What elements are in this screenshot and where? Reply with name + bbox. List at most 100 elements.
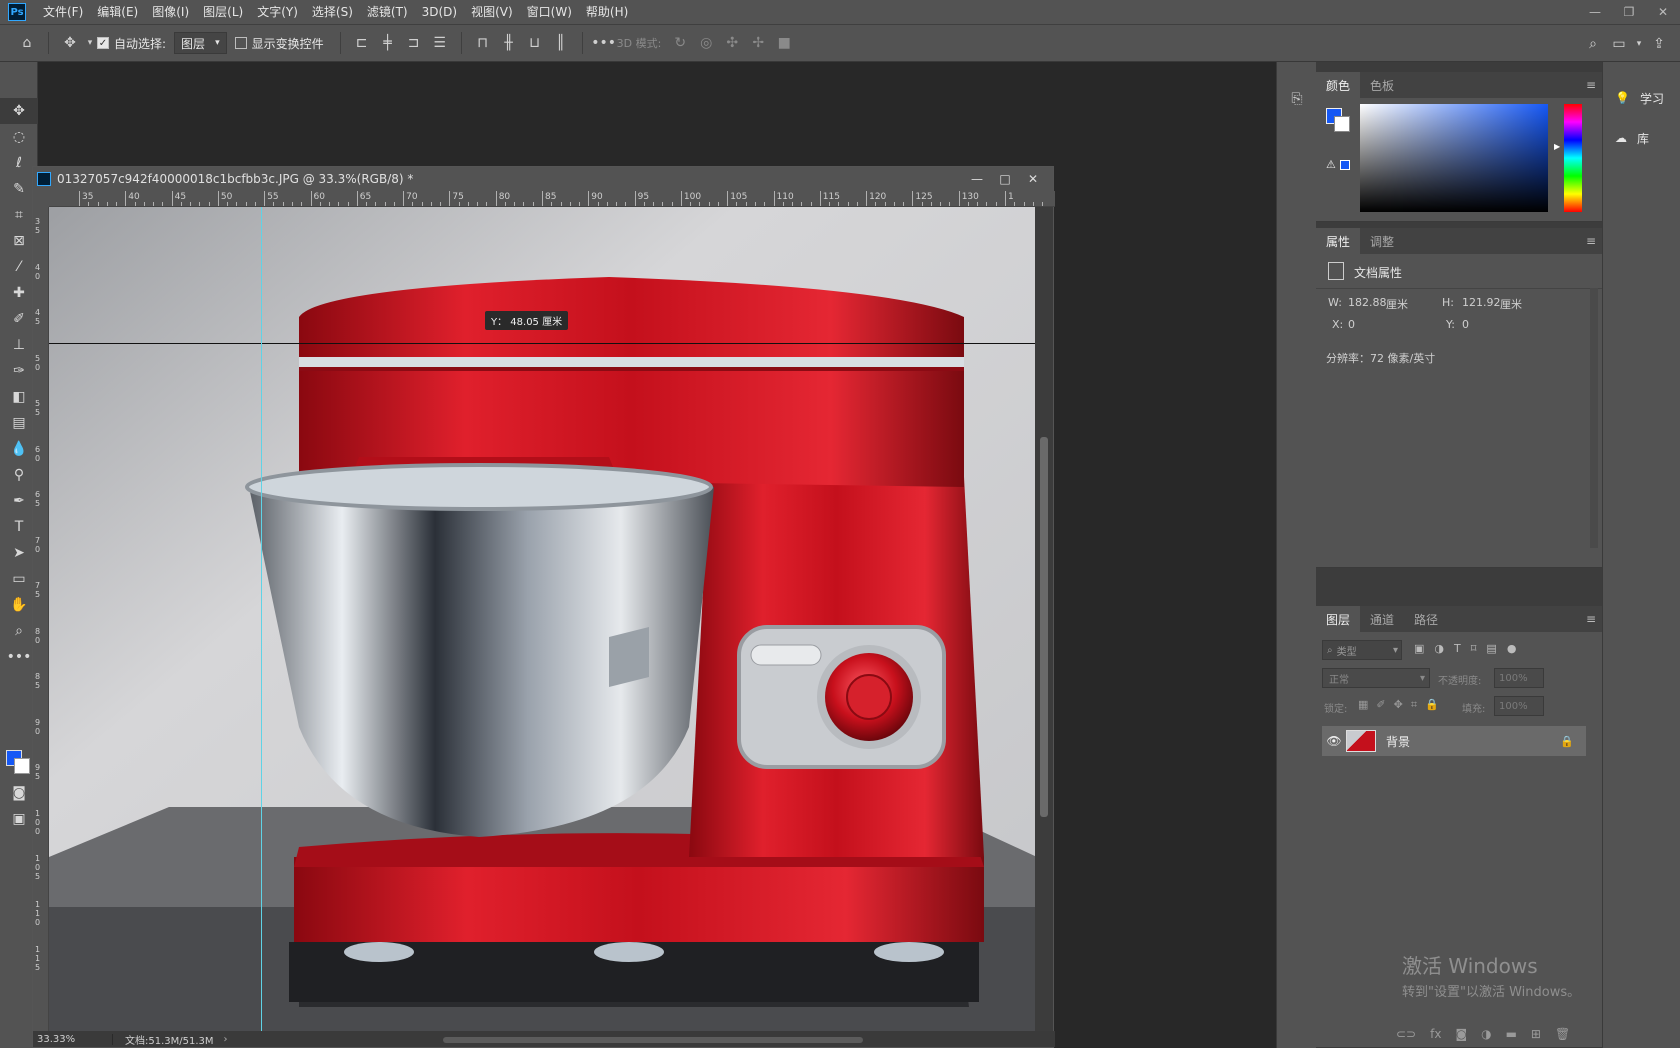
adjustment-filter-icon[interactable]: ◑ xyxy=(1434,642,1444,655)
hue-pointer-icon[interactable]: ▶ xyxy=(1554,142,1560,151)
move-tool-icon[interactable]: ✥ xyxy=(57,30,83,56)
more-options-icon[interactable]: ••• xyxy=(591,30,617,56)
image-canvas[interactable]: Y： 48.05 厘米 xyxy=(49,207,1037,1033)
width-value[interactable]: 182.88 xyxy=(1348,296,1387,309)
link-layers-icon[interactable]: ⊂⊃ xyxy=(1396,1027,1416,1041)
document-size[interactable]: 文档:51.3M/51.3M xyxy=(113,1032,214,1047)
height-value[interactable]: 121.92 xyxy=(1462,296,1501,309)
eye-icon[interactable]: 👁 xyxy=(1322,734,1346,748)
document-tab[interactable]: 01327057c942f40000018c1bcfbb3c.JPG @ 33.… xyxy=(33,167,1053,191)
auto-select-dropdown[interactable]: 图层 ▾ xyxy=(174,32,227,54)
blend-mode-select[interactable]: 正常 ▾ xyxy=(1322,668,1430,688)
chevron-right-icon[interactable]: › xyxy=(224,1034,228,1045)
3d-roll-icon[interactable]: ◎ xyxy=(693,30,719,56)
menu-type[interactable]: 文字(Y) xyxy=(250,0,305,24)
layer-thumbnail[interactable] xyxy=(1346,730,1376,752)
tab-properties[interactable]: 属性 xyxy=(1316,228,1361,254)
layer-row[interactable]: 👁 背景 🔒 xyxy=(1322,726,1586,756)
home-icon[interactable]: ⌂ xyxy=(14,30,40,56)
workspace-icon[interactable]: ▭ xyxy=(1606,31,1632,57)
horizontal-scrollbar[interactable] xyxy=(313,1033,1033,1045)
vertical-guide[interactable] xyxy=(261,207,262,1033)
align-center-h-icon[interactable]: ╪ xyxy=(375,30,401,56)
y-value[interactable]: 0 xyxy=(1462,318,1469,331)
smart-object-filter-icon[interactable]: ▤ xyxy=(1486,642,1496,655)
lock-artboard-icon[interactable]: ⌗ xyxy=(1411,698,1417,712)
vertical-scrollbar[interactable] xyxy=(1035,207,1053,1033)
chevron-down-icon[interactable]: ▾ xyxy=(1632,31,1646,57)
panel-menu-icon[interactable]: ≡ xyxy=(1586,78,1596,92)
share-icon[interactable]: ⇪ xyxy=(1646,31,1672,57)
menu-image[interactable]: 图像(I) xyxy=(145,0,196,24)
tab-adjustments[interactable]: 调整 xyxy=(1360,228,1404,254)
panel-menu-icon[interactable]: ≡ xyxy=(1586,612,1596,626)
fill-input[interactable]: 100% xyxy=(1494,696,1544,716)
maximize-icon[interactable]: □ xyxy=(991,167,1019,191)
lock-position-icon[interactable]: ✥ xyxy=(1394,698,1403,712)
tab-paths[interactable]: 路径 xyxy=(1404,606,1448,632)
type-filter-icon[interactable]: T xyxy=(1454,642,1461,655)
menu-edit[interactable]: 编辑(E) xyxy=(90,0,145,24)
lock-transparent-icon[interactable]: ▦ xyxy=(1358,698,1368,712)
new-group-icon[interactable]: ▬ xyxy=(1506,1027,1517,1041)
opacity-input[interactable]: 100% xyxy=(1494,668,1544,688)
move-tool-icon[interactable]: ✥ xyxy=(0,98,38,124)
align-right-icon[interactable]: ⊐ xyxy=(401,30,427,56)
distribute-h-icon[interactable]: ☰ xyxy=(427,30,453,56)
fx-icon[interactable]: fx xyxy=(1430,1027,1441,1041)
menu-layer[interactable]: 图层(L) xyxy=(196,0,250,24)
close-icon[interactable]: ✕ xyxy=(1019,167,1047,191)
horizontal-ruler[interactable]: 35 40 45 50 55 60 65 70 75 80 85 90 95 100 105 110 115 12… xyxy=(49,191,1055,207)
layer-filter-select[interactable]: ⌕ 类型 ▾ xyxy=(1322,640,1402,660)
search-icon[interactable]: ⌕ xyxy=(1580,31,1606,57)
lock-all-icon[interactable]: 🔒 xyxy=(1425,698,1439,712)
delete-layer-icon[interactable]: 🗑 xyxy=(1555,1027,1570,1041)
menu-view[interactable]: 视图(V) xyxy=(464,0,520,24)
zoom-level[interactable]: 33.33% xyxy=(33,1033,113,1045)
menu-filter[interactable]: 滤镜(T) xyxy=(360,0,415,24)
close-icon[interactable]: ✕ xyxy=(1646,0,1680,24)
3d-pan-icon[interactable]: ✣ xyxy=(719,30,745,56)
minimize-icon[interactable]: — xyxy=(1578,0,1612,24)
menu-3d[interactable]: 3D(D) xyxy=(415,0,464,24)
scroll-thumb[interactable] xyxy=(443,1037,863,1043)
minimize-icon[interactable]: — xyxy=(963,167,991,191)
gamut-warning-icon[interactable]: ⚠ xyxy=(1326,158,1336,171)
menu-select[interactable]: 选择(S) xyxy=(305,0,360,24)
add-mask-icon[interactable]: ◙ xyxy=(1455,1027,1467,1041)
chevron-down-icon[interactable]: ▾ xyxy=(83,30,97,56)
adjustment-layer-icon[interactable]: ◑ xyxy=(1481,1027,1491,1041)
lock-pixels-icon[interactable]: ✐ xyxy=(1376,698,1385,712)
properties-scrollbar[interactable] xyxy=(1590,288,1598,548)
3d-rotate-icon[interactable]: ↻ xyxy=(667,30,693,56)
history-panel-icon[interactable]: ⎘ xyxy=(1277,84,1317,114)
ruler-origin[interactable] xyxy=(33,191,49,207)
show-transform-checkbox[interactable] xyxy=(234,37,247,49)
websafe-color-icon[interactable] xyxy=(1340,160,1350,170)
auto-select-checkbox[interactable]: ✓ xyxy=(97,37,109,49)
marquee-tool-icon[interactable]: ◌ xyxy=(0,124,38,150)
vertical-ruler[interactable]: 3 5 4 0 4 5 5 0 5 5 6 0 6 5 7 0 7 5 8 0 8 5 9 0 9 5 1… xyxy=(33,207,49,1033)
align-middle-v-icon[interactable]: ╫ xyxy=(496,30,522,56)
background-color-swatch[interactable] xyxy=(1334,116,1350,132)
lock-icon[interactable]: 🔒 xyxy=(1560,735,1574,748)
layer-name[interactable]: 背景 xyxy=(1386,733,1410,750)
3d-slide-icon[interactable]: ✢ xyxy=(745,30,771,56)
pixel-filter-icon[interactable]: ▣ xyxy=(1414,642,1424,655)
menu-help[interactable]: 帮助(H) xyxy=(579,0,635,24)
shape-filter-icon[interactable]: ⌑ xyxy=(1471,642,1477,655)
3d-scale-icon[interactable]: ■ xyxy=(771,30,797,56)
learn-button[interactable]: 💡 学习 xyxy=(1603,78,1680,118)
align-top-icon[interactable]: ⊓ xyxy=(470,30,496,56)
libraries-button[interactable]: ☁ 库 xyxy=(1603,118,1680,158)
hue-slider[interactable] xyxy=(1564,104,1582,212)
tab-channels[interactable]: 通道 xyxy=(1360,606,1404,632)
tab-color[interactable]: 颜色 xyxy=(1316,72,1361,98)
menu-window[interactable]: 窗口(W) xyxy=(520,0,579,24)
new-layer-icon[interactable]: ⊞ xyxy=(1531,1027,1541,1041)
tab-swatches[interactable]: 色板 xyxy=(1360,72,1404,98)
tab-layers[interactable]: 图层 xyxy=(1316,606,1361,632)
align-left-icon[interactable]: ⊏ xyxy=(349,30,375,56)
background-color-swatch[interactable] xyxy=(14,758,30,774)
distribute-v-icon[interactable]: ║ xyxy=(548,30,574,56)
